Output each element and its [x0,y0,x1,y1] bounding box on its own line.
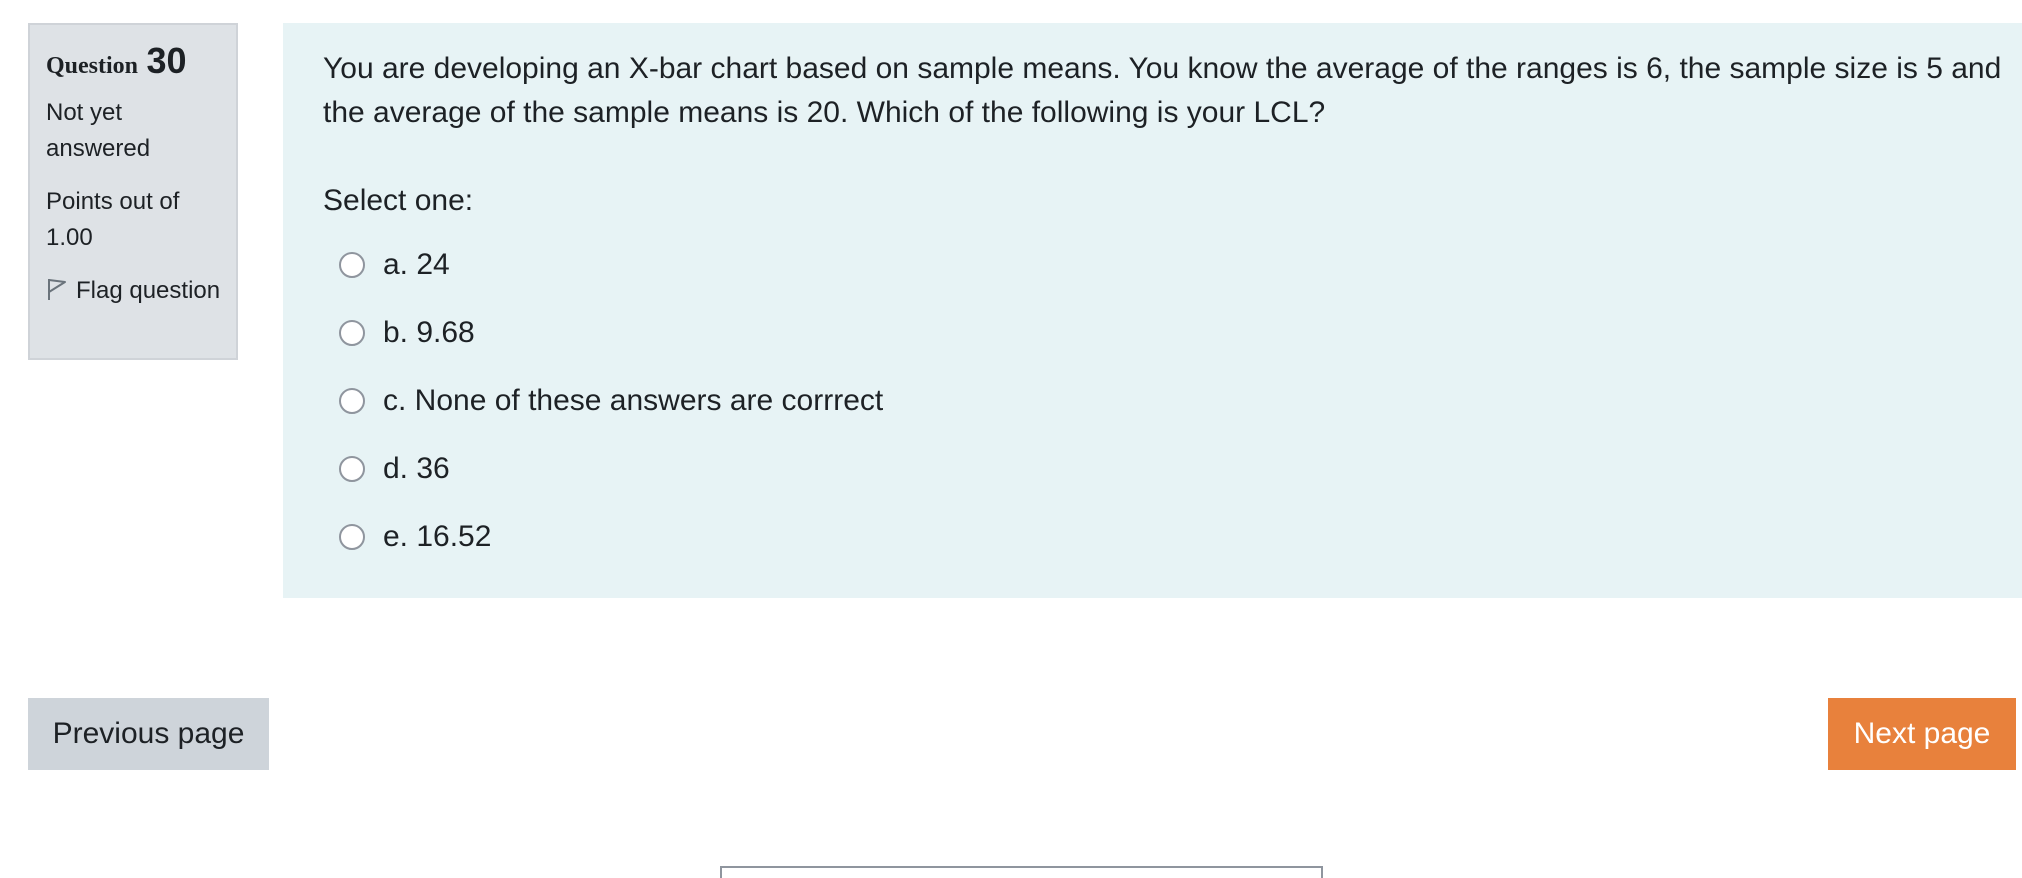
answer-prompt: Select one: [323,184,474,217]
question-state: Not yet answered [46,99,151,162]
quiz-navigation-box [720,866,1323,878]
radio-button-e[interactable] [339,524,365,550]
previous-page-button[interactable]: Previous page [28,698,269,770]
answer-label-d: d. 36 [383,452,450,485]
answer-option-c[interactable]: c. None of these answers are corrrect [323,367,1982,435]
answer-option-b[interactable]: b. 9.68 [323,299,1982,367]
quiz-page: Question 30 Not yet answered Points out … [0,0,2022,878]
next-page-button[interactable]: Next page [1828,698,2016,770]
answer-label-b: b. 9.68 [383,316,475,349]
question-info-panel: Question 30 Not yet answered Points out … [28,23,238,360]
answer-label-e: e. 16.52 [383,520,492,553]
answer-list: a. 24 b. 9.68 c. None of these answers a… [323,231,1982,571]
radio-button-d[interactable] [339,456,365,482]
answer-option-d[interactable]: d. 36 [323,435,1982,503]
answer-option-e[interactable]: e. 16.52 [323,503,1982,571]
question-text: You are developing an X-bar chart based … [323,52,2002,129]
flag-question-label: Flag question [76,277,221,304]
question-grade: Points out of 1.00 [46,188,180,251]
question-number-value: 30 [146,40,187,81]
radio-button-b[interactable] [339,320,365,346]
answer-label-c: c. None of these answers are corrrect [383,384,884,417]
answer-option-a[interactable]: a. 24 [323,231,1982,299]
flag-icon [48,279,66,300]
question-number: Question 30 [46,43,222,79]
question-content: You are developing an X-bar chart based … [283,23,2022,598]
radio-button-a[interactable] [339,252,365,278]
flag-question-link[interactable]: Flag question [46,273,222,309]
answer-label-a: a. 24 [383,248,450,281]
question-number-prefix: Question [46,53,139,79]
radio-button-c[interactable] [339,388,365,414]
